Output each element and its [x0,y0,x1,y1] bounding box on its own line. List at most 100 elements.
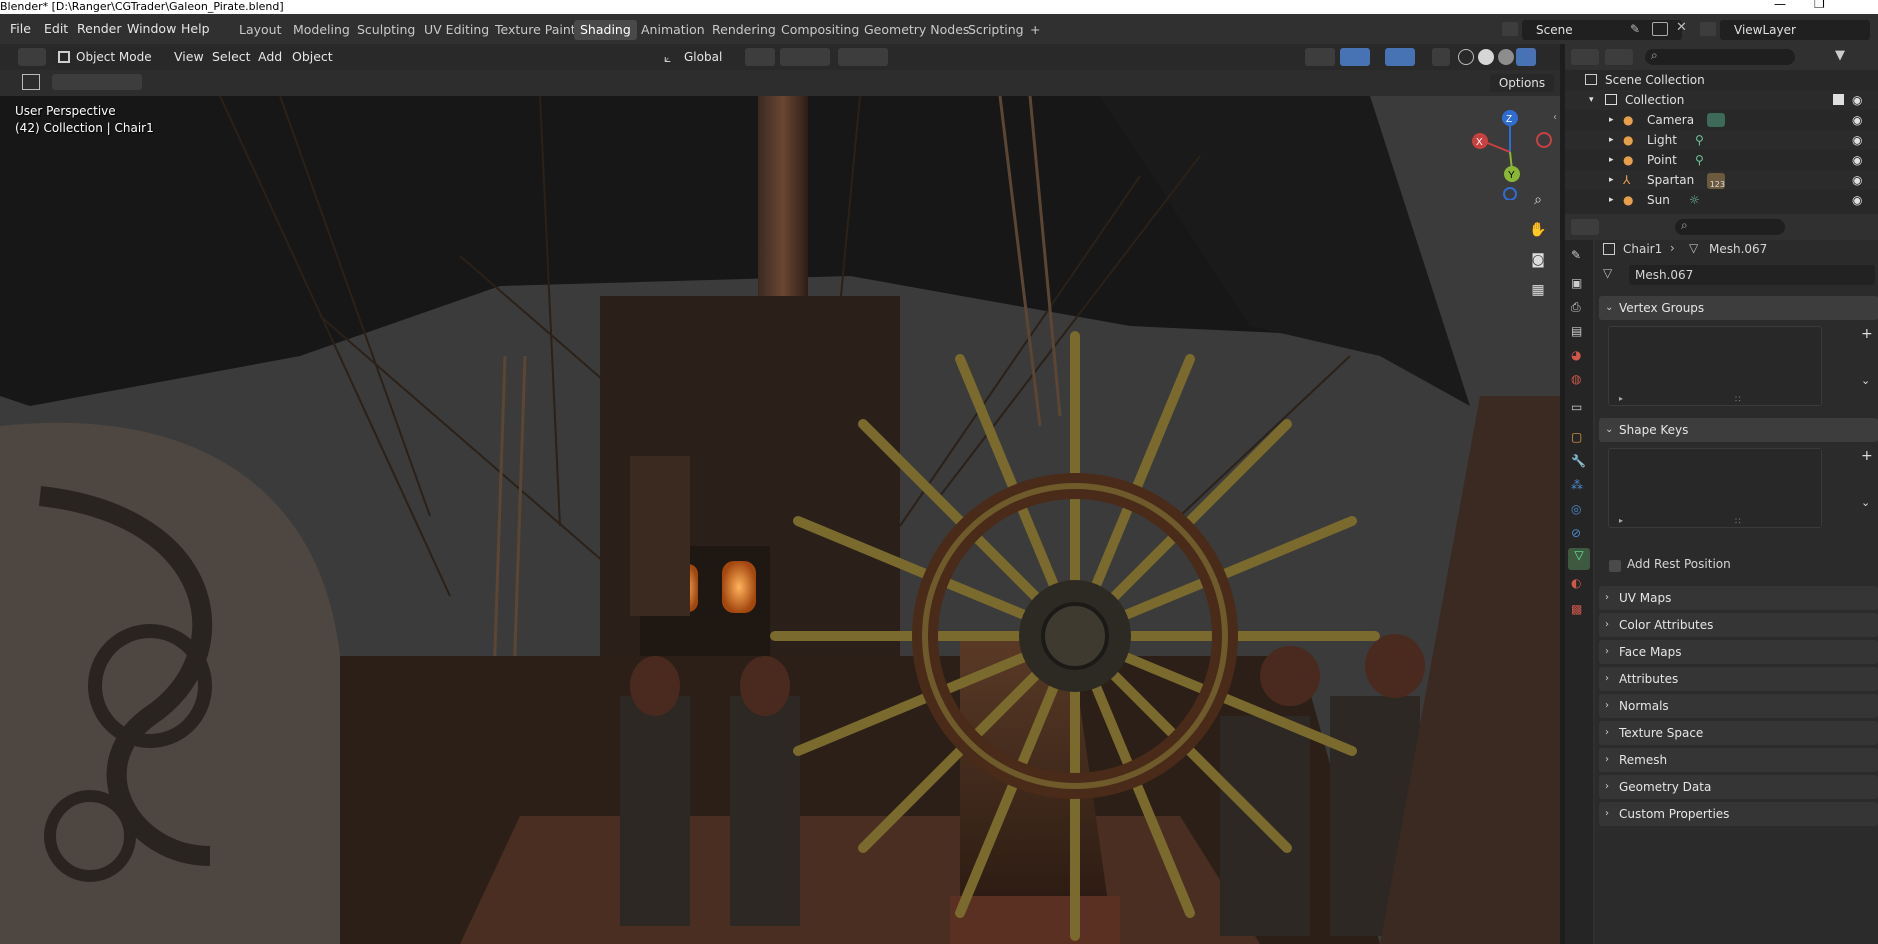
panel-uv-maps[interactable]: › UV Maps [1599,586,1878,610]
display-mode-icon[interactable] [1605,49,1633,65]
gizmo-toggle-icon[interactable] [1340,48,1370,66]
sidebar-toggle-icon[interactable]: ‹ [1553,112,1557,123]
add-workspace-button[interactable]: + [1024,20,1046,40]
filter-icon[interactable]: ▼ [1835,48,1845,63]
overlay-toggle-icon[interactable] [1385,48,1415,66]
eye-icon[interactable]: ◉ [1852,110,1862,130]
viewport-3d[interactable]: Object Mode View Select Add Object ⟀ Glo… [0,44,1560,944]
close-icon[interactable]: ✕ [1676,20,1687,35]
outliner-item-point[interactable]: ▸ ● Point ⚲ ◉ [1565,150,1878,170]
shape-keys-list[interactable]: ▸ ∷ [1608,448,1822,528]
outliner-item-sun[interactable]: ▸ ● Sun ☼ ◉ [1565,190,1878,210]
shape-key-menu-icon[interactable]: ⌄ [1861,496,1870,509]
viewport-menu-object[interactable]: Object [292,48,333,66]
view-layer-tab-icon[interactable]: ▤ [1571,324,1587,340]
outliner-item-camera[interactable]: ▸ ● Camera ◉ [1565,110,1878,130]
proportional-editing-icon[interactable] [838,48,888,66]
pin-icon[interactable]: ✎ [1630,22,1640,36]
outliner-editor-type-icon[interactable] [1571,49,1599,65]
navigation-gizmo[interactable]: Z X Y [1460,100,1560,200]
add-rest-position-checkbox[interactable] [1609,560,1621,572]
tool-tab-icon[interactable]: ✎ [1571,248,1587,264]
expand-arrow-icon[interactable]: ▸ [1609,110,1614,130]
add-vertex-group-button[interactable]: + [1861,326,1873,342]
tab-geometry-nodes[interactable]: Geometry Nodes [858,20,975,40]
panel-normals[interactable]: › Normals [1599,694,1878,718]
vertex-group-menu-icon[interactable]: ⌄ [1861,374,1870,387]
list-resize-handle[interactable]: ∷ [1735,517,1741,527]
wireframe-shading-icon[interactable] [1458,49,1474,65]
list-expand-icon[interactable]: ▸ [1619,394,1623,403]
viewport-menu-add[interactable]: Add [258,48,282,66]
collection-tab-icon[interactable]: ▭ [1571,400,1587,416]
mode-selector[interactable]: Object Mode [52,48,160,66]
viewport-menu-view[interactable]: View [174,48,204,66]
physics-tab-icon[interactable]: ◎ [1571,502,1587,518]
expand-arrow-icon[interactable]: ▸ [1609,190,1614,210]
vertex-groups-list[interactable]: ▸ ∷ [1608,326,1822,406]
menu-help[interactable]: Help [181,14,210,44]
material-tab-icon[interactable]: ◐ [1571,576,1587,592]
menu-window[interactable]: Window [127,14,176,44]
modifier-tab-icon[interactable]: 🔧 [1571,454,1587,470]
minimize-button[interactable]: — [1774,0,1786,11]
panel-custom-properties[interactable]: › Custom Properties [1599,802,1878,826]
material-preview-icon[interactable] [1498,49,1514,65]
properties-search-input[interactable]: ⌕ [1675,218,1785,235]
object-tab-icon[interactable]: ▢ [1571,430,1587,446]
panel-texture-space[interactable]: › Texture Space [1599,721,1878,745]
outliner-item-light[interactable]: ▸ ● Light ⚲ ◉ [1565,130,1878,150]
tab-layout[interactable]: Layout [233,20,288,40]
snapping-icon[interactable] [780,48,830,66]
expand-arrow-icon[interactable]: ▸ [1609,130,1614,150]
restore-button[interactable]: ❐ [1814,0,1825,11]
panel-face-maps[interactable]: › Face Maps [1599,640,1878,664]
editor-type-icon[interactable] [18,48,46,66]
outliner-item-spartan[interactable]: ▸ ⅄ Spartan 123 ◉ [1565,170,1878,190]
constraints-tab-icon[interactable]: ⊘ [1571,526,1587,542]
view-layer-selector[interactable]: ViewLayer [1720,20,1870,40]
rendered-shading-icon[interactable] [1516,48,1536,66]
panel-geometry-data[interactable]: › Geometry Data [1599,775,1878,799]
tab-sculpting[interactable]: Sculpting [351,20,421,40]
visibility-icon[interactable] [1305,48,1335,66]
eye-icon[interactable]: ◉ [1852,90,1862,110]
render-tab-icon[interactable]: ▣ [1571,276,1587,292]
select-tool-icon[interactable] [22,74,40,90]
properties-editor-type-icon[interactable] [1571,219,1599,235]
pan-hand-icon[interactable]: ✋ [1527,219,1549,241]
panel-color-attributes[interactable]: › Color Attributes [1599,613,1878,637]
tab-compositing[interactable]: Compositing [775,20,865,40]
panel-vertex-groups[interactable]: ⌄ Vertex Groups [1599,296,1878,320]
tab-modeling[interactable]: Modeling [287,20,356,40]
panel-shape-keys[interactable]: ⌄ Shape Keys [1599,418,1878,442]
view-layer-icon[interactable] [1700,22,1716,36]
list-expand-icon[interactable]: ▸ [1619,516,1623,525]
particles-tab-icon[interactable]: ⁂ [1571,478,1587,494]
list-resize-handle[interactable]: ∷ [1735,395,1741,405]
xray-toggle-icon[interactable] [1432,48,1450,66]
world-tab-icon[interactable]: ◍ [1571,372,1587,388]
outliner-collection[interactable]: ▾ Collection ◉ [1565,90,1878,110]
eye-icon[interactable]: ◉ [1852,190,1862,210]
eye-icon[interactable]: ◉ [1852,130,1862,150]
panel-attributes[interactable]: › Attributes [1599,667,1878,691]
menu-file[interactable]: File [10,14,31,44]
outliner-scene-collection[interactable]: Scene Collection [1565,70,1878,90]
expand-arrow-icon[interactable]: ▸ [1609,170,1614,190]
tab-scripting[interactable]: Scripting [962,20,1030,40]
options-dropdown[interactable]: Options [1490,74,1554,92]
eye-icon[interactable]: ◉ [1852,170,1862,190]
camera-view-icon[interactable]: ◙ [1527,249,1549,271]
tab-rendering[interactable]: Rendering [706,20,782,40]
new-scene-icon[interactable] [1652,22,1668,36]
outliner-search-input[interactable]: ⌕ [1645,48,1795,65]
mesh-browse-icon[interactable]: ▽ [1603,266,1612,280]
panel-remesh[interactable]: › Remesh [1599,748,1878,772]
output-tab-icon[interactable]: ⎙ [1571,300,1587,316]
eye-icon[interactable]: ◉ [1852,150,1862,170]
texture-tab-icon[interactable]: ▩ [1571,602,1587,618]
grid-ortho-icon[interactable]: ▦ [1527,279,1549,301]
tab-uv-editing[interactable]: UV Editing [418,20,495,40]
menu-render[interactable]: Render [77,14,122,44]
